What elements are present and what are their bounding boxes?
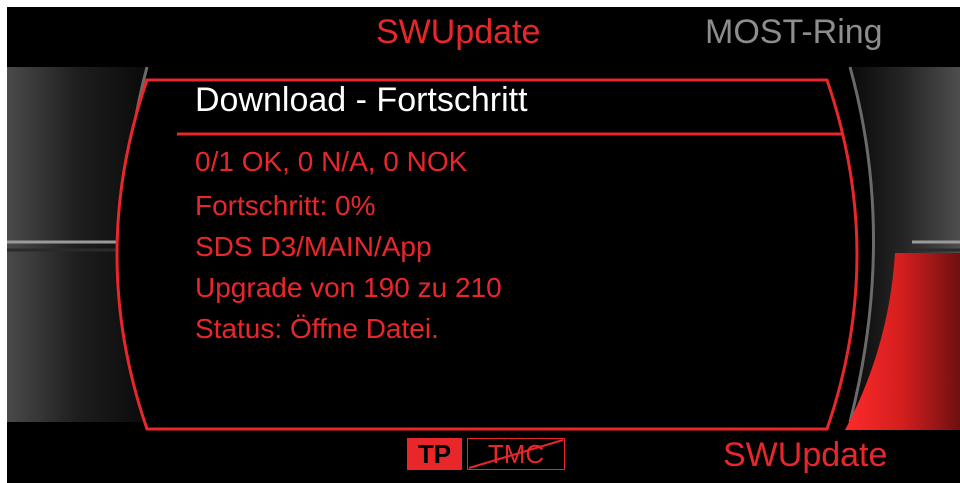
status-line-upgrade: Upgrade von 190 zu 210 <box>195 272 502 303</box>
status-line-summary: 0/1 OK, 0 N/A, 0 NOK <box>195 146 468 177</box>
strike-through-icon <box>468 439 564 469</box>
status-line-state: Status: Öffne Datei. <box>195 313 439 344</box>
tp-badge: TP <box>407 438 462 470</box>
status-line-progress: Fortschritt: 0% <box>195 190 376 221</box>
header-tab-swupdate[interactable]: SWUpdate <box>376 12 540 52</box>
status-line-module: SDS D3/MAIN/App <box>195 231 432 262</box>
page-title: Download - Fortschritt <box>195 81 528 119</box>
header-tab-most-ring[interactable]: MOST-Ring <box>705 12 883 52</box>
softkey-swupdate[interactable]: SWUpdate <box>723 435 887 475</box>
